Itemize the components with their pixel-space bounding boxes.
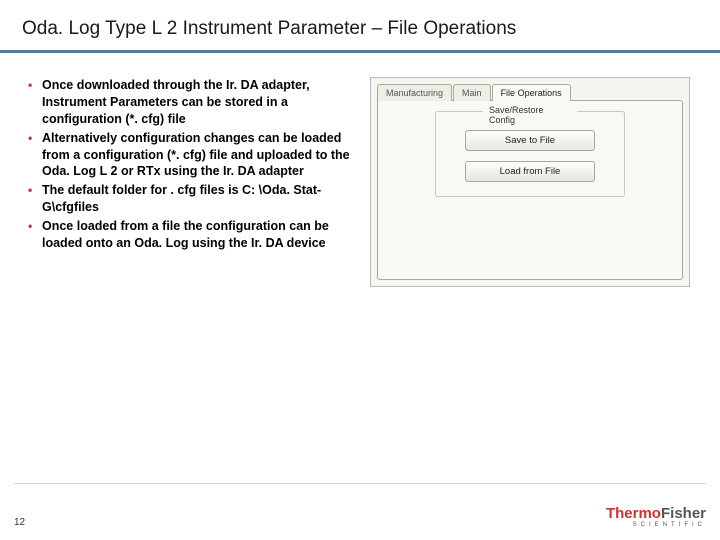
- bullet-item: The default folder for . cfg files is C:…: [28, 182, 358, 216]
- page-number: 12: [14, 517, 25, 528]
- tab-strip: Manufacturing Main File Operations: [371, 78, 689, 100]
- tab-main[interactable]: Main: [453, 84, 491, 101]
- save-restore-groupbox: Save/Restore Config Save to File Load fr…: [435, 111, 625, 197]
- tab-body: Save/Restore Config Save to File Load fr…: [377, 100, 683, 280]
- logo-thermo-text: Thermo: [606, 505, 661, 522]
- slide-title: Oda. Log Type L 2 Instrument Parameter –…: [22, 18, 720, 40]
- thermofisher-logo: ThermoFisher SCIENTIFIC: [606, 506, 706, 528]
- file-operations-panel: Manufacturing Main File Operations Save/…: [370, 77, 690, 287]
- bullet-item: Once loaded from a file the configuratio…: [28, 218, 358, 252]
- tab-file-operations[interactable]: File Operations: [492, 84, 571, 101]
- footer-divider: [14, 483, 706, 484]
- bullet-item: Once downloaded through the Ir. DA adapt…: [28, 77, 358, 128]
- tab-manufacturing[interactable]: Manufacturing: [377, 84, 452, 101]
- bullet-list: Once downloaded through the Ir. DA adapt…: [28, 77, 358, 287]
- logo-fisher-text: Fisher: [661, 505, 706, 522]
- load-from-file-button[interactable]: Load from File: [465, 161, 595, 182]
- save-to-file-button[interactable]: Save to File: [465, 130, 595, 151]
- bullet-item: Alternatively configuration changes can …: [28, 130, 358, 181]
- logo-subtext: SCIENTIFIC: [633, 522, 706, 528]
- groupbox-title: Save/Restore Config: [483, 105, 577, 125]
